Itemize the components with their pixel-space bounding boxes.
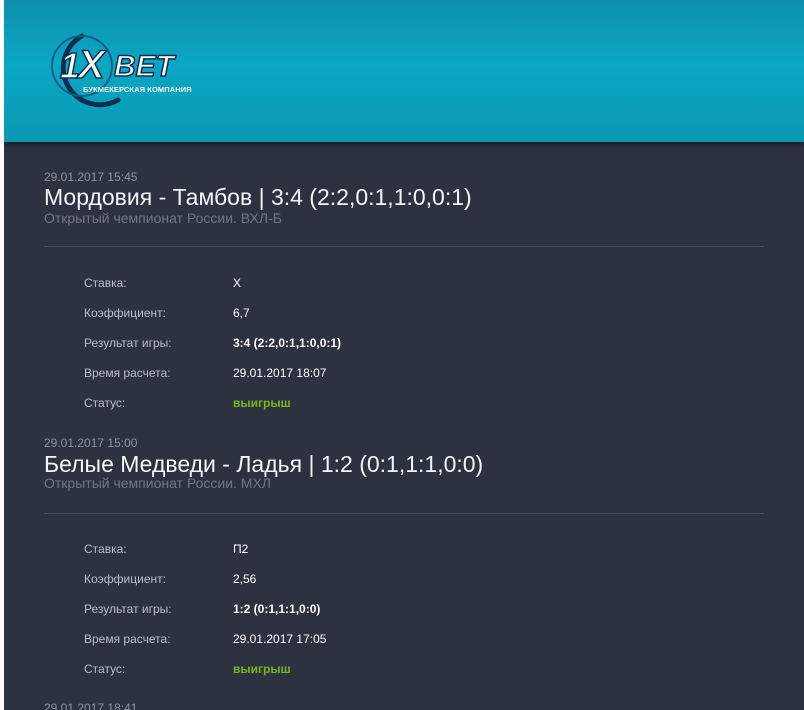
status-label: Статус: [84, 662, 126, 676]
bet-title[interactable]: Мордовия - Тамбов | 3:4 (2:2,0:1,1:0,0:1… [44, 184, 472, 211]
calc-time-label: Время расчета: [84, 632, 171, 646]
stake-value: Х [233, 276, 242, 290]
calc-time-value: 29.01.2017 17:05 [233, 632, 327, 646]
calc-time-value: 29.01.2017 18:07 [233, 366, 327, 380]
result-value: 3:4 (2:2,0:1,1:0,0:1) [233, 336, 342, 350]
status-label: Статус: [84, 396, 126, 410]
coef-label: Коэффициент: [84, 306, 166, 320]
divider [44, 246, 764, 247]
stake-value: П2 [233, 542, 249, 556]
brand-logo[interactable]: 1 X BET [42, 26, 242, 116]
bet-history-page: 1 X BET БУКМЕКЕРСКАЯ КОМПАНИЯ 29.01.2017… [4, 0, 804, 710]
bet-league: Открытый чемпионат России. ВХЛ-Б [44, 210, 282, 226]
svg-text:X: X [76, 43, 107, 87]
status-badge: выигрыш [233, 396, 291, 410]
bet-date: 29.01.2017 15:45 [44, 170, 138, 184]
coef-label: Коэффициент: [84, 572, 166, 586]
divider [44, 513, 764, 514]
result-label: Результат игры: [84, 336, 172, 350]
result-value: 1:2 (0:1,1:1,0:0) [233, 602, 321, 616]
bet-league: Открытый чемпионат России. МХЛ [44, 475, 271, 491]
status-badge: выигрыш [233, 662, 291, 676]
svg-text:BET: BET [114, 50, 177, 83]
coef-value: 2,56 [233, 572, 257, 586]
calc-time-label: Время расчета: [84, 366, 171, 380]
coef-value: 6,7 [233, 306, 250, 320]
header-bar: 1 X BET БУКМЕКЕРСКАЯ КОМПАНИЯ [4, 0, 804, 142]
result-label: Результат игры: [84, 602, 172, 616]
stake-label: Ставка: [84, 542, 127, 556]
bet-date: 29.01.2017 18:41 [44, 701, 138, 710]
stake-label: Ставка: [84, 276, 127, 290]
bet-date: 29.01.2017 15:00 [44, 436, 138, 450]
bet-title[interactable]: Белые Медведи - Ладья | 1:2 (0:1,1:1,0:0… [44, 451, 483, 478]
brand-subtitle: БУКМЕКЕРСКАЯ КОМПАНИЯ [83, 85, 192, 94]
